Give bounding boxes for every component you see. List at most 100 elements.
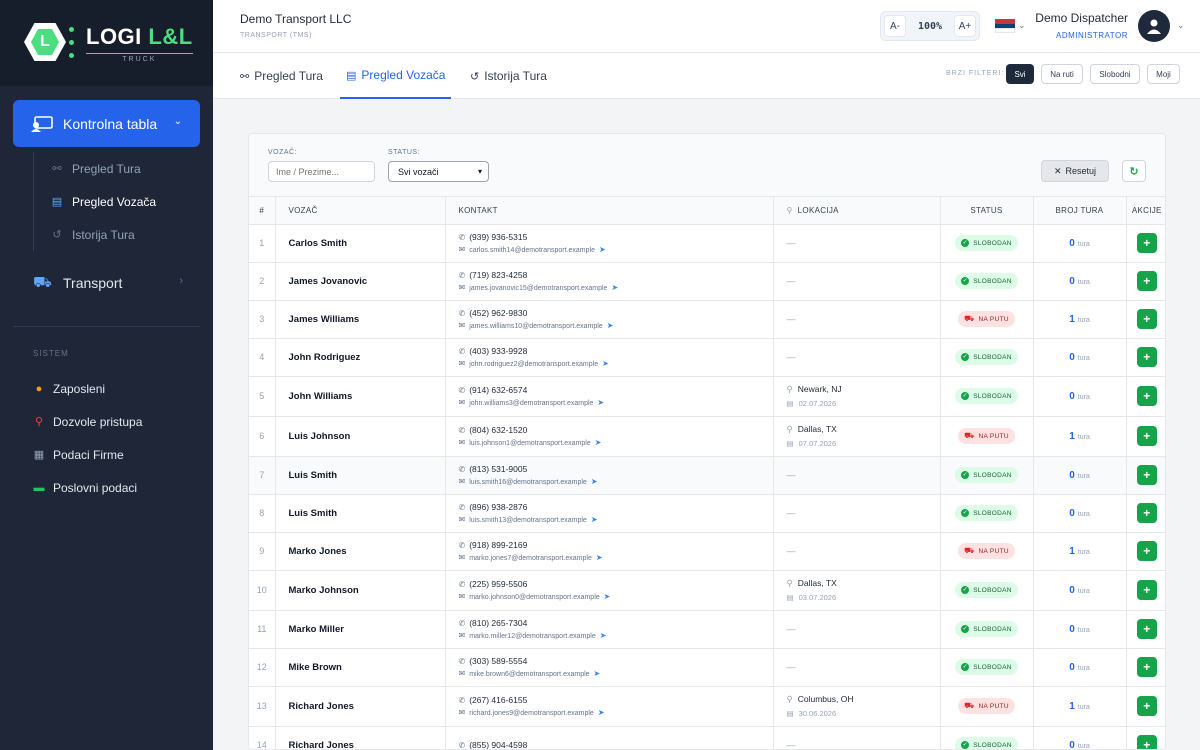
driver-tours: 0tura [1033, 648, 1126, 686]
send-icon[interactable]: ➤ [611, 283, 618, 292]
quick-filter-slobodni[interactable]: Slobodni [1090, 64, 1140, 84]
driver-name[interactable]: Richard Jones [275, 686, 445, 726]
check-icon: ✓ [961, 509, 969, 517]
column-header-num[interactable]: # [249, 197, 275, 224]
table-row[interactable]: 11Marko Miller✆(810) 265-7304✉marko.mill… [249, 610, 1166, 648]
table-row[interactable]: 10Marko Johnson✆(225) 959-5506✉marko.joh… [249, 570, 1166, 610]
sidebar-item-zaposleni[interactable]: ● Zaposleni [33, 372, 203, 405]
serbia-flag-icon[interactable] [995, 19, 1015, 33]
quick-filter-moji[interactable]: Moji [1147, 64, 1180, 84]
add-tour-button[interactable]: + [1137, 696, 1157, 716]
driver-name[interactable]: Marko Miller [275, 610, 445, 648]
truck-icon: ⛟ [964, 314, 974, 324]
chevron-down-icon[interactable]: ⌄ [1177, 20, 1185, 31]
send-icon[interactable]: ➤ [598, 708, 605, 717]
add-tour-button[interactable]: + [1137, 309, 1157, 329]
tour-unit: tura [1078, 665, 1090, 672]
quick-filter-svi[interactable]: Svi [1006, 64, 1034, 84]
driver-name[interactable]: Marko Johnson [275, 570, 445, 610]
tab-pregled-tura[interactable]: ⚯ Pregled Tura [240, 53, 323, 99]
sidebar-item-kontrolna-tabla[interactable]: Kontrolna tabla ⌄ [13, 100, 200, 147]
status-select[interactable]: Svi vozači ▾ [388, 161, 489, 182]
sidebar-item-pregled-vozaca[interactable]: ▤ Pregled Vozača [34, 185, 203, 218]
send-icon[interactable]: ➤ [596, 553, 603, 562]
table-row[interactable]: 3James Williams✆(452) 962-9830✉james.wil… [249, 300, 1166, 338]
zoom-in-button[interactable]: A+ [954, 15, 976, 37]
location-date: ▤30.06.2026 [787, 709, 940, 718]
driver-name[interactable]: Luis Smith [275, 494, 445, 532]
send-icon[interactable]: ➤ [591, 477, 598, 486]
add-tour-button[interactable]: + [1137, 271, 1157, 291]
sidebar-item-istorija-tura[interactable]: ↺ Istorija Tura [34, 218, 203, 251]
driver-actions: + [1126, 570, 1166, 610]
driver-name[interactable]: Luis Johnson [275, 416, 445, 456]
table-row[interactable]: 2James Jovanovic✆(719) 823-4258✉james.jo… [249, 262, 1166, 300]
driver-name[interactable]: Luis Smith [275, 456, 445, 494]
driver-name[interactable]: Richard Jones [275, 726, 445, 750]
sidebar-item-podaci-firme[interactable]: ▦ Podaci Firme [33, 438, 203, 471]
chevron-down-icon: ⌄ [174, 116, 182, 127]
add-tour-button[interactable]: + [1137, 386, 1157, 406]
sidebar-item-pregled-tura[interactable]: ⚯ Pregled Tura [34, 152, 203, 185]
send-icon[interactable]: ➤ [602, 359, 609, 368]
zoom-out-button[interactable]: A- [884, 15, 906, 37]
table-row[interactable]: 5John Williams✆(914) 632-6574✉john.willi… [249, 376, 1166, 416]
quick-filter-na-ruti[interactable]: Na ruti [1041, 64, 1083, 84]
add-tour-button[interactable]: + [1137, 233, 1157, 253]
driver-name[interactable]: John Williams [275, 376, 445, 416]
table-row[interactable]: 13Richard Jones✆(267) 416-6155✉richard.j… [249, 686, 1166, 726]
avatar[interactable] [1138, 10, 1170, 42]
row-number: 3 [249, 300, 275, 338]
send-icon[interactable]: ➤ [595, 438, 602, 447]
send-icon[interactable]: ➤ [604, 592, 611, 601]
dashboard-icon [31, 116, 53, 132]
row-number: 4 [249, 338, 275, 376]
driver-name[interactable]: James Williams [275, 300, 445, 338]
tab-pregled-vozaca[interactable]: ▤ Pregled Vozača [340, 53, 451, 99]
reset-button[interactable]: ✕ Resetuj [1041, 160, 1109, 182]
driver-name[interactable]: Mike Brown [275, 648, 445, 686]
add-tour-button[interactable]: + [1137, 541, 1157, 561]
driver-actions: + [1126, 300, 1166, 338]
refresh-button[interactable]: ↻ [1122, 160, 1146, 182]
key-icon: ⚲ [33, 415, 45, 428]
sidebar-item-transport[interactable]: ⛟ Transport › [33, 272, 193, 294]
add-tour-button[interactable]: + [1137, 580, 1157, 600]
add-tour-button[interactable]: + [1137, 426, 1157, 446]
column-header-driver[interactable]: VOZAČ [275, 197, 445, 224]
driver-tours: 1tura [1033, 300, 1126, 338]
table-row[interactable]: 9Marko Jones✆(918) 899-2169✉marko.jones7… [249, 532, 1166, 570]
driver-search-input[interactable] [268, 161, 375, 182]
sidebar-item-poslovni-podaci[interactable]: ▬ Poslovni podaci [33, 471, 203, 504]
table-row[interactable]: 1Carlos Smith✆(939) 936-5315✉carlos.smit… [249, 224, 1166, 262]
add-tour-button[interactable]: + [1137, 465, 1157, 485]
table-row[interactable]: 8Luis Smith✆(896) 938-2876✉luis.smith13@… [249, 494, 1166, 532]
table-row[interactable]: 7Luis Smith✆(813) 531-9005✉luis.smith16@… [249, 456, 1166, 494]
driver-filter-label: VOZAČ: [268, 149, 297, 156]
driver-name[interactable]: Marko Jones [275, 532, 445, 570]
add-tour-button[interactable]: + [1137, 503, 1157, 523]
send-icon[interactable]: ➤ [597, 398, 604, 407]
send-icon[interactable]: ➤ [599, 245, 606, 254]
send-icon[interactable]: ➤ [591, 515, 598, 524]
mail-icon: ✉ [459, 553, 466, 562]
table-row[interactable]: 12Mike Brown✆(303) 589-5554✉mike.brown6@… [249, 648, 1166, 686]
brand[interactable]: L LOGI L&L TRUCK [0, 0, 213, 86]
table-row[interactable]: 14Richard Jones✆(855) 904-4598—✓SLOBODAN… [249, 726, 1166, 750]
driver-name[interactable]: James Jovanovic [275, 262, 445, 300]
add-tour-button[interactable]: + [1137, 735, 1157, 750]
table-row[interactable]: 6Luis Johnson✆(804) 632-1520✉luis.johnso… [249, 416, 1166, 456]
driver-name[interactable]: Carlos Smith [275, 224, 445, 262]
chevron-down-icon[interactable]: ⌄ [1018, 20, 1026, 31]
add-tour-button[interactable]: + [1137, 619, 1157, 639]
add-tour-button[interactable]: + [1137, 657, 1157, 677]
send-icon[interactable]: ➤ [607, 321, 614, 330]
send-icon[interactable]: ➤ [600, 631, 607, 640]
tab-istorija-tura[interactable]: ↺ Istorija Tura [470, 53, 547, 99]
driver-tours: 1tura [1033, 686, 1126, 726]
add-tour-button[interactable]: + [1137, 347, 1157, 367]
sidebar-item-dozvole-pristupa[interactable]: ⚲ Dozvole pristupa [33, 405, 203, 438]
table-row[interactable]: 4John Rodriguez✆(403) 933-9928✉john.rodr… [249, 338, 1166, 376]
driver-name[interactable]: John Rodriguez [275, 338, 445, 376]
send-icon[interactable]: ➤ [594, 669, 601, 678]
